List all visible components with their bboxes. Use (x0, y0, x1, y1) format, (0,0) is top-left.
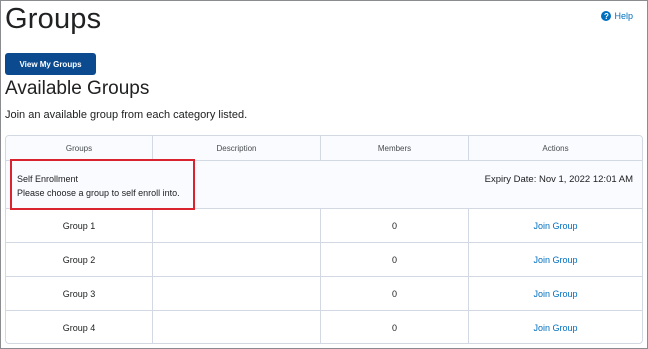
page-frame: Groups ? Help View My Groups Available G… (0, 0, 648, 349)
category-description: Please choose a group to self enroll int… (17, 188, 180, 198)
group-members: 0 (321, 209, 469, 243)
group-name: Group 3 (6, 277, 153, 311)
instruction-text: Join an available group from each catego… (5, 109, 248, 121)
table-row: Group 3 0 Join Group (6, 277, 642, 311)
action-cell: Join Group (469, 277, 642, 311)
column-header-members: Members (321, 136, 469, 161)
category-row: Self Enrollment Please choose a group to… (6, 161, 642, 209)
page-title: Groups (5, 3, 102, 35)
action-cell: Join Group (469, 243, 642, 277)
section-title: Available Groups (5, 78, 150, 99)
group-description (153, 277, 321, 311)
join-group-link[interactable]: Join Group (533, 323, 577, 333)
group-name: Group 2 (6, 243, 153, 277)
category-name: Self Enrollment (17, 174, 79, 184)
table-header-row: Groups Description Members Actions (6, 136, 642, 161)
join-group-link[interactable]: Join Group (533, 255, 577, 265)
column-header-actions: Actions (469, 136, 642, 161)
table-row: Group 4 0 Join Group (6, 311, 642, 343)
groups-table: Groups Description Members Actions Self … (5, 135, 643, 344)
join-group-link[interactable]: Join Group (533, 289, 577, 299)
action-cell: Join Group (469, 209, 642, 243)
table-row: Group 1 0 Join Group (6, 209, 642, 243)
column-header-groups: Groups (6, 136, 153, 161)
category-expiry-date: Expiry Date: Nov 1, 2022 12:01 AM (484, 174, 633, 185)
group-description (153, 243, 321, 277)
column-header-description: Description (153, 136, 321, 161)
help-link[interactable]: ? Help (601, 11, 633, 21)
view-my-groups-button[interactable]: View My Groups (5, 53, 96, 75)
question-circle-icon: ? (601, 11, 612, 21)
group-members: 0 (321, 277, 469, 311)
group-name: Group 4 (6, 311, 153, 343)
table-row: Group 2 0 Join Group (6, 243, 642, 277)
group-description (153, 209, 321, 243)
group-name: Group 1 (6, 209, 153, 243)
join-group-link[interactable]: Join Group (533, 221, 577, 231)
group-description (153, 311, 321, 343)
group-members: 0 (321, 311, 469, 343)
action-cell: Join Group (469, 311, 642, 343)
help-label: Help (614, 11, 633, 21)
group-members: 0 (321, 243, 469, 277)
